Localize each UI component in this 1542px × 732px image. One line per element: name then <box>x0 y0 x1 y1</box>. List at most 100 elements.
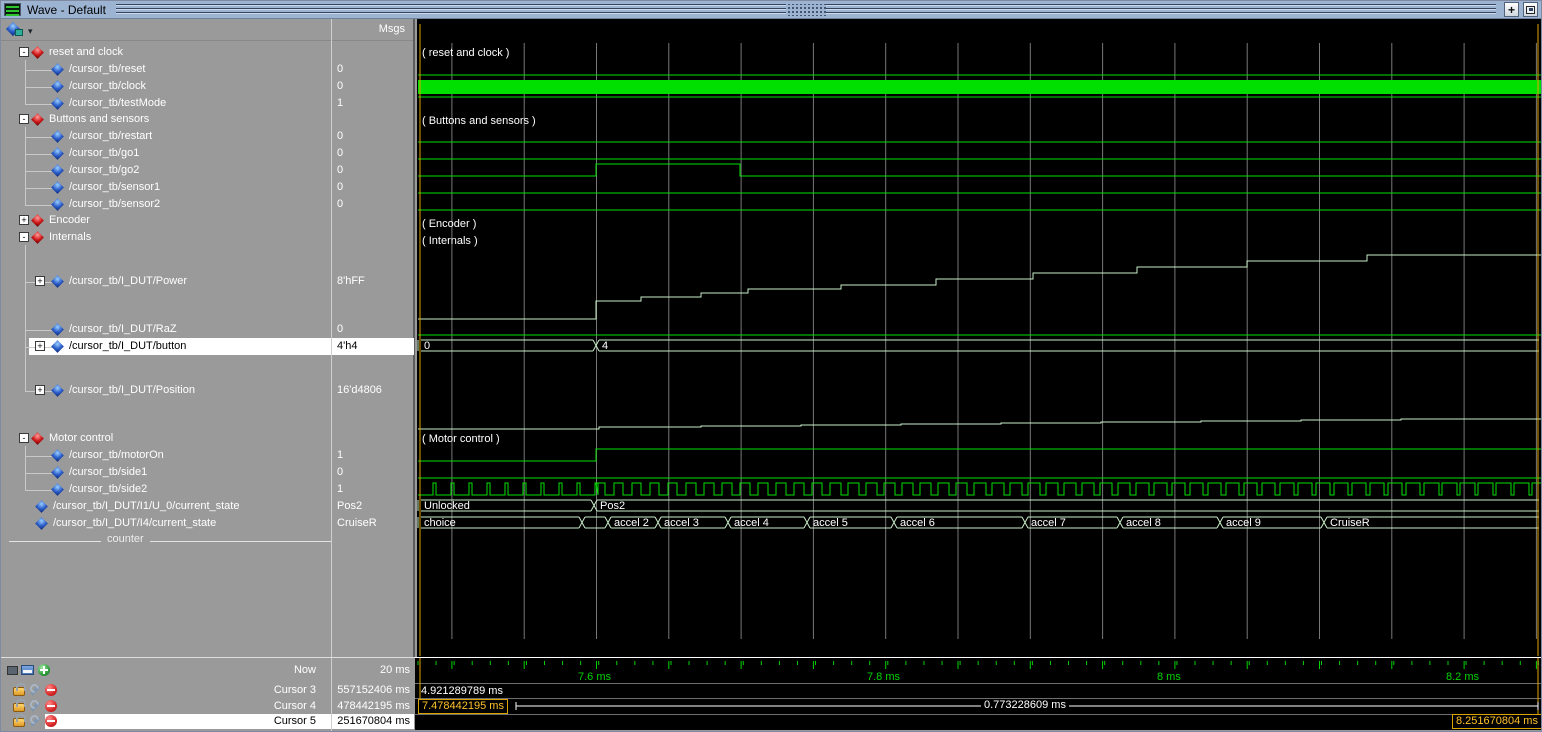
tree-group-row[interactable]: -Internals <box>1 229 415 246</box>
waveform-svg[interactable]: ( reset and clock )( Buttons and sensors… <box>417 19 1542 657</box>
edit-tools-icon[interactable] <box>7 666 18 675</box>
tree-signal-row[interactable]: +/cursor_tb/I_DUT/Power8'hFF <box>1 246 415 318</box>
tree-signal-row[interactable]: /cursor_tb/side10 <box>1 464 415 481</box>
expand-toggle-icon[interactable]: - <box>19 114 29 124</box>
column-separator[interactable] <box>331 19 332 657</box>
group-diamond-icon <box>31 231 44 244</box>
tree-guide-stub <box>25 171 53 172</box>
edit-window-icon[interactable] <box>21 665 34 675</box>
delete-cursor-icon[interactable] <box>45 700 57 712</box>
tree-signal-row[interactable]: /cursor_tb/motorOn1 <box>1 447 415 464</box>
timeline-label: 8.2 ms <box>1446 671 1479 683</box>
tree-group-row[interactable]: -Motor control <box>1 430 415 447</box>
cursor-row[interactable]: Cursor 5 251670804 ms <box>1 714 415 729</box>
expand-toggle-icon[interactable]: + <box>35 385 45 395</box>
signal-value: 1 <box>337 483 343 495</box>
expand-toggle-icon[interactable]: + <box>35 341 45 351</box>
tree-guide-stub <box>25 137 53 138</box>
tree-signal-row[interactable]: /cursor_tb/I_DUT/I4/current_stateCruiseR <box>1 515 415 532</box>
edit-cursor-icon[interactable] <box>29 715 41 727</box>
expand-toggle-icon[interactable]: - <box>19 232 29 242</box>
cursor-panel: Now 20 ms Cursor 3557152406 msCursor 44784… <box>1 657 1542 732</box>
tree-group-row[interactable]: -reset and clock <box>1 44 415 61</box>
cursor-value: 20 ms <box>335 663 410 678</box>
tree-signal-row[interactable]: /cursor_tb/go20 <box>1 162 415 179</box>
edit-cursor-icon[interactable] <box>29 700 41 712</box>
cursor-name: Now <box>121 663 316 678</box>
bus-value-label: accel 4 <box>734 517 769 529</box>
tree-group-row[interactable]: +Encoder <box>1 212 415 229</box>
signal-list-header: ▾ Msgs <box>1 19 413 41</box>
bus-value-label: accel 5 <box>813 517 848 529</box>
chevron-down-icon[interactable]: ▾ <box>28 26 33 37</box>
expand-toggle-icon[interactable]: + <box>35 276 45 286</box>
wave-group-label: ( Internals ) <box>422 235 478 247</box>
tree-signal-row[interactable]: /cursor_tb/restart 0 <box>1 128 415 145</box>
signal-diamond-icon <box>51 483 64 496</box>
bus-value-label: accel 3 <box>664 517 699 529</box>
cursor-value: 251670804 ms <box>335 714 410 729</box>
undock-button[interactable] <box>1523 2 1538 17</box>
signal-name: /cursor_tb/testMode <box>69 97 166 109</box>
tree-divider-row[interactable]: counter <box>1 532 415 549</box>
signal-name: /cursor_tb/reset <box>69 63 145 75</box>
add-button[interactable]: + <box>1504 2 1519 17</box>
bus-value-label: accel 9 <box>1226 517 1261 529</box>
cursor-name: Cursor 5 <box>121 714 316 729</box>
wave-group-label: ( Motor control ) <box>422 433 500 445</box>
lock-cursor-icon[interactable] <box>13 718 25 727</box>
tree-signal-row[interactable]: /cursor_tb/reset0 <box>1 61 415 78</box>
tree-signal-row[interactable]: /cursor_tb/sensor20 <box>1 196 415 213</box>
tree-guide-stub <box>25 205 53 206</box>
signal-diamond-icon <box>51 147 64 160</box>
delete-cursor-icon[interactable] <box>45 715 57 727</box>
analog-trace-Power <box>418 255 1542 319</box>
cursor-5-wave-label[interactable]: 8.251670804 ms <box>1452 714 1542 729</box>
tree-signal-row[interactable]: /cursor_tb/testMode 1 <box>1 95 415 112</box>
signal-name: /cursor_tb/go1 <box>69 147 139 159</box>
tree-signal-row[interactable]: /cursor_tb/I_DUT/RaZ0 <box>1 321 415 338</box>
expand-toggle-icon[interactable]: - <box>19 433 29 443</box>
tree-signal-row[interactable]: /cursor_tb/sensor10 <box>1 179 415 196</box>
tree-signal-row[interactable]: /cursor_tb/go10 <box>1 145 415 162</box>
cursor-4-wave-label[interactable]: 7.478442195 ms <box>418 699 508 714</box>
signal-value: 16'd4806 <box>337 384 382 396</box>
undock-icon <box>1526 6 1535 14</box>
tree-signal-row[interactable]: +/cursor_tb/I_DUT/button4'h4 <box>1 338 415 355</box>
expand-toggle-icon[interactable]: - <box>19 47 29 57</box>
signal-value: 8'hFF <box>337 275 365 287</box>
cursor-timeline-area[interactable]: 7.6 ms7.8 ms8 ms8.2 ms4.921289789 ms7.47… <box>415 657 1542 730</box>
waveform-canvas[interactable]: ( reset and clock )( Buttons and sensors… <box>417 19 1542 657</box>
signal-value: CruiseR <box>337 517 377 529</box>
signal-name: /cursor_tb/restart <box>69 130 152 142</box>
timeline-label: 8 ms <box>1157 671 1181 683</box>
cursor-row[interactable]: Cursor 4478442195 ms <box>1 699 415 714</box>
signal-filter-icon-overlay <box>15 29 23 36</box>
analog-trace-Position <box>418 419 1542 429</box>
add-cursor-icon[interactable] <box>38 664 50 676</box>
delete-cursor-icon[interactable] <box>45 684 57 696</box>
lock-cursor-icon[interactable] <box>13 687 25 696</box>
expand-toggle-icon[interactable]: + <box>19 215 29 225</box>
window-title: Wave - Default <box>25 3 108 17</box>
signal-value: 0 <box>337 130 343 142</box>
signal-value: 0 <box>337 198 343 210</box>
titlebar[interactable]: Wave - Default + <box>1 1 1541 19</box>
drag-handle-icon[interactable] <box>786 4 826 16</box>
lock-cursor-icon[interactable] <box>13 703 25 712</box>
tree-signal-row[interactable]: /cursor_tb/I_DUT/I1/U_0/current_statePos… <box>1 498 415 515</box>
cursor-row[interactable]: Cursor 3557152406 ms <box>1 683 415 698</box>
signal-name: /cursor_tb/I_DUT/I1/U_0/current_state <box>53 500 239 512</box>
signal-value: 1 <box>337 97 343 109</box>
cursor-value: 557152406 ms <box>335 683 410 698</box>
signal-diamond-icon <box>51 198 64 211</box>
signal-trace-side2-pwm <box>418 483 1542 495</box>
tree-guide-stub <box>25 456 53 457</box>
tree-signal-row[interactable]: /cursor_tb/clock0 <box>1 78 415 95</box>
tree-signal-row[interactable]: +/cursor_tb/I_DUT/Position16'd4806 <box>1 355 415 427</box>
now-row[interactable]: Now 20 ms <box>1 663 415 678</box>
edit-cursor-icon[interactable] <box>29 684 41 696</box>
tree-group-row[interactable]: -Buttons and sensors <box>1 111 415 128</box>
tree-signal-row[interactable]: /cursor_tb/side21 <box>1 481 415 498</box>
signal-tree: -reset and clock/cursor_tb/reset0/cursor… <box>1 41 415 657</box>
